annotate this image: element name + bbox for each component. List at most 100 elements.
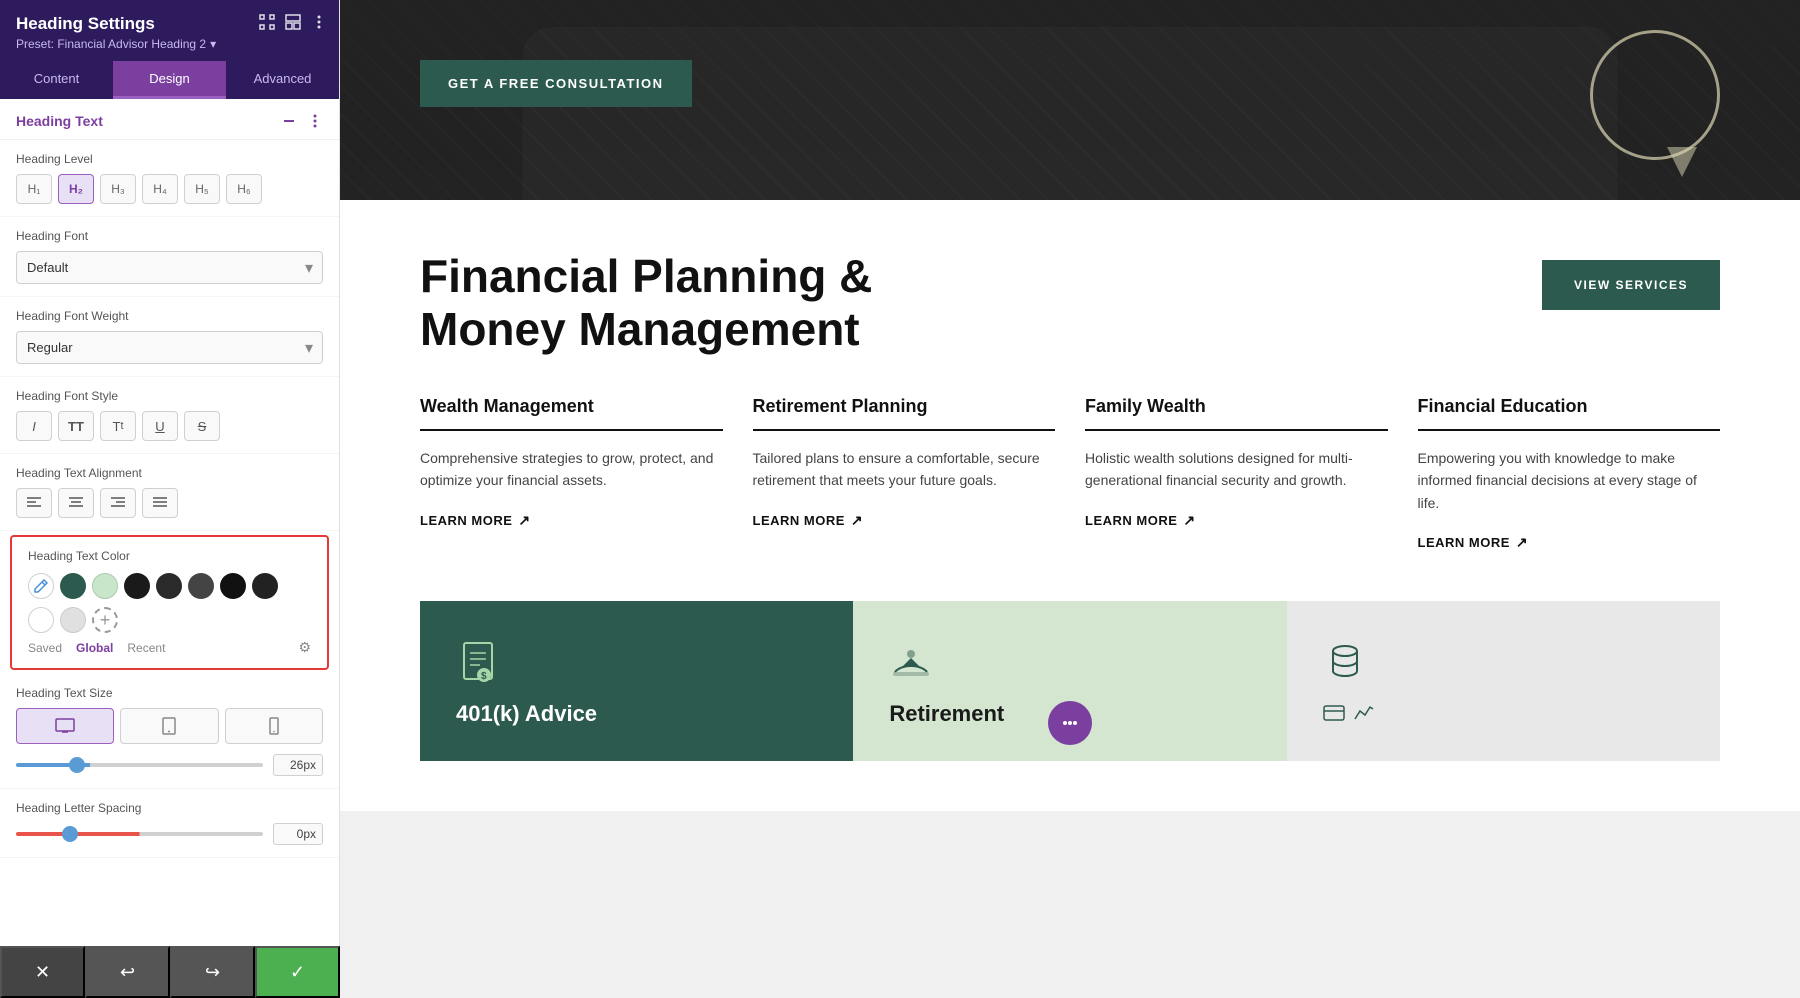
view-services-button[interactable]: VIEW SERVICES xyxy=(1542,260,1720,310)
h2-btn[interactable]: H₂ xyxy=(58,174,94,204)
service-card-wealth: Wealth Management Comprehensive strategi… xyxy=(420,396,723,551)
section-header: Heading Text xyxy=(0,99,339,140)
service-divider-1 xyxy=(420,429,723,431)
heading-font-style-group: Heading Font Style I TT Tt U S xyxy=(0,377,339,454)
swatch-light-gray[interactable] xyxy=(60,607,86,633)
card-title-401k: 401(k) Advice xyxy=(456,701,597,727)
service-divider-2 xyxy=(753,429,1056,431)
align-center-btn[interactable] xyxy=(58,488,94,518)
learn-more-wealth[interactable]: LEARN MORE xyxy=(420,512,723,529)
align-justify-btn[interactable] xyxy=(142,488,178,518)
more-icon[interactable] xyxy=(311,14,327,30)
heading-font-weight-select-wrapper: Regular xyxy=(16,331,323,364)
color-tab-global[interactable]: Global xyxy=(76,641,113,655)
panel-preset[interactable]: Preset: Financial Advisor Heading 2 ▾ xyxy=(16,37,323,51)
size-value: 26px xyxy=(273,754,323,776)
underline-btn[interactable]: U xyxy=(142,411,178,441)
card-icon-retirement xyxy=(889,641,933,685)
card-retirement-bottom: Retirement xyxy=(853,601,1286,761)
service-desc-retirement: Tailored plans to ensure a comfortable, … xyxy=(753,447,1056,492)
card-icon-coins xyxy=(1323,641,1367,685)
service-card-family: Family Wealth Holistic wealth solutions … xyxy=(1085,396,1388,551)
h6-btn[interactable]: H₆ xyxy=(226,174,262,204)
swatch-black5[interactable] xyxy=(252,573,278,599)
svg-text:$: $ xyxy=(481,671,487,682)
more-section-icon[interactable] xyxy=(307,113,323,129)
content-area: Financial Planning & Money Management VI… xyxy=(340,200,1800,811)
color-tabs: Saved Global Recent ⚙ xyxy=(28,639,311,656)
redo-button[interactable]: ↪ xyxy=(170,946,255,998)
align-right-btn[interactable] xyxy=(100,488,136,518)
heading-font-select[interactable]: Default xyxy=(16,251,323,284)
italic-btn[interactable]: I xyxy=(16,411,52,441)
heading-letter-spacing-group: Heading Letter Spacing 0px xyxy=(0,789,339,858)
bottom-bar: ✕ ↩ ↪ ✓ xyxy=(0,946,340,998)
h1-btn[interactable]: H₁ xyxy=(16,174,52,204)
swatch-black1[interactable] xyxy=(124,573,150,599)
chat-bubble[interactable] xyxy=(1048,701,1092,745)
tab-content[interactable]: Content xyxy=(0,61,113,99)
heading-level-buttons: H₁ H₂ H₃ H₄ H₅ H₆ xyxy=(16,174,323,204)
service-title-retirement: Retirement Planning xyxy=(753,396,1056,417)
service-title-wealth: Wealth Management xyxy=(420,396,723,417)
card-title-retirement: Retirement xyxy=(889,701,1004,727)
strikethrough-btn[interactable]: S xyxy=(184,411,220,441)
card-icon-401k: $ xyxy=(456,641,500,685)
cta-button[interactable]: GET A FREE CONSULTATION xyxy=(420,60,692,107)
learn-more-retirement[interactable]: LEARN MORE xyxy=(753,512,1056,529)
desktop-size-btn[interactable] xyxy=(16,708,114,744)
tab-design[interactable]: Design xyxy=(113,61,226,99)
circle-decoration xyxy=(1590,30,1720,160)
heading-font-select-wrapper: Default xyxy=(16,251,323,284)
heading-text-size-group: Heading Text Size 26px xyxy=(0,674,339,789)
layout-icon[interactable] xyxy=(285,14,301,30)
collapse-icon[interactable] xyxy=(281,113,297,129)
swatch-black2[interactable] xyxy=(156,573,182,599)
service-title-education: Financial Education xyxy=(1418,396,1721,417)
heading-font-style-label: Heading Font Style xyxy=(16,389,323,403)
mobile-size-btn[interactable] xyxy=(225,708,323,744)
swatch-dark-green[interactable] xyxy=(60,573,86,599)
service-desc-wealth: Comprehensive strategies to grow, protec… xyxy=(420,447,723,492)
heading-font-weight-label: Heading Font Weight xyxy=(16,309,323,323)
swatch-black4[interactable] xyxy=(220,573,246,599)
service-desc-family: Holistic wealth solutions designed for m… xyxy=(1085,447,1388,492)
h4-btn[interactable]: H₄ xyxy=(142,174,178,204)
tab-advanced[interactable]: Advanced xyxy=(226,61,339,99)
swatch-light-green[interactable] xyxy=(92,573,118,599)
service-desc-education: Empowering you with knowledge to make in… xyxy=(1418,447,1721,514)
tabs-bar: Content Design Advanced xyxy=(0,61,339,99)
right-panel: GET A FREE CONSULTATION Financial Planni… xyxy=(340,0,1800,998)
learn-more-family[interactable]: LEARN MORE xyxy=(1085,512,1388,529)
spacing-value: 0px xyxy=(273,823,323,845)
h3-btn[interactable]: H₃ xyxy=(100,174,136,204)
service-divider-3 xyxy=(1085,429,1388,431)
heading-font-weight-select[interactable]: Regular xyxy=(16,331,323,364)
focus-icon[interactable] xyxy=(259,14,275,30)
undo-button[interactable]: ↩ xyxy=(85,946,170,998)
color-tab-saved[interactable]: Saved xyxy=(28,641,62,655)
color-settings-icon[interactable]: ⚙ xyxy=(298,639,311,656)
services-grid: Wealth Management Comprehensive strategi… xyxy=(420,396,1720,551)
heading-letter-spacing-label: Heading Letter Spacing xyxy=(16,801,323,815)
cancel-button[interactable]: ✕ xyxy=(0,946,85,998)
capitalize-btn[interactable]: Tt xyxy=(100,411,136,441)
h5-btn[interactable]: H₅ xyxy=(184,174,220,204)
main-heading: Financial Planning & Money Management xyxy=(420,250,920,356)
style-buttons: I TT Tt U S xyxy=(16,411,323,441)
swatch-white[interactable] xyxy=(28,607,54,633)
heading-font-label: Heading Font xyxy=(16,229,323,243)
heading-text-color-label: Heading Text Color xyxy=(28,549,311,563)
save-button[interactable]: ✓ xyxy=(255,946,340,998)
swatch-black3[interactable] xyxy=(188,573,214,599)
swatch-add[interactable]: + xyxy=(92,607,118,633)
align-left-btn[interactable] xyxy=(16,488,52,518)
spacing-slider[interactable] xyxy=(16,832,263,836)
learn-more-education[interactable]: LEARN MORE xyxy=(1418,534,1721,551)
size-slider[interactable] xyxy=(16,763,263,767)
tablet-size-btn[interactable] xyxy=(120,708,218,744)
color-picker-btn[interactable] xyxy=(28,573,54,599)
color-tab-recent[interactable]: Recent xyxy=(127,641,165,655)
color-row2: + xyxy=(28,607,311,633)
uppercase-btn[interactable]: TT xyxy=(58,411,94,441)
